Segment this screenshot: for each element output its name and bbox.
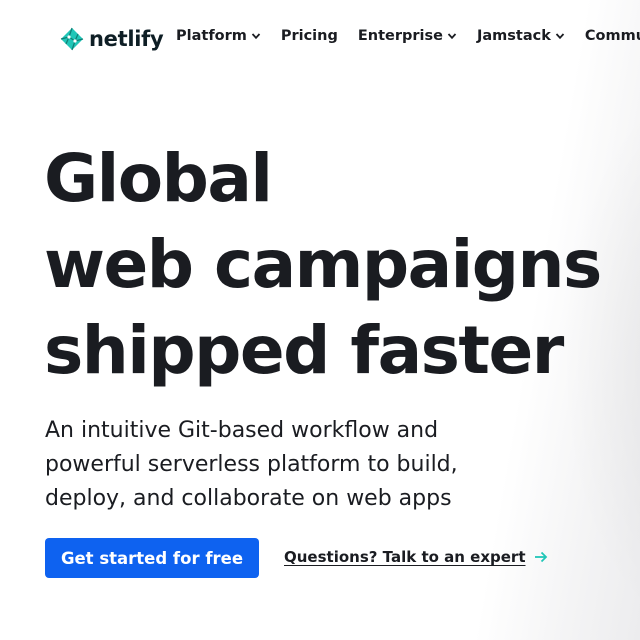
netlify-logo-icon bbox=[60, 27, 84, 51]
nav-item-pricing[interactable]: Pricing bbox=[281, 28, 338, 44]
arrow-right-icon bbox=[534, 551, 547, 563]
chevron-down-icon bbox=[447, 33, 457, 40]
brand-name: netlify bbox=[89, 27, 164, 51]
hero-title-line: shipped faster bbox=[44, 312, 564, 389]
nav-item-label: Enterprise bbox=[357, 28, 443, 44]
nav-item-label: Community bbox=[584, 28, 640, 44]
talk-to-expert-label: Questions? Talk to an expert bbox=[284, 548, 526, 566]
nav-item-label: Jamstack bbox=[477, 28, 551, 44]
talk-to-expert-link[interactable]: Questions? Talk to an expert bbox=[284, 548, 548, 566]
hero-subtitle: An intuitive Git-based workflow and powe… bbox=[45, 414, 515, 516]
get-started-button[interactable]: Get started for free bbox=[45, 538, 259, 578]
nav-item-label: Platform bbox=[176, 28, 247, 44]
hero-title: Global web campaigns shipped faster bbox=[44, 136, 640, 394]
chevron-down-icon bbox=[555, 33, 565, 40]
hero-subtitle-line: An intuitive Git-based workflow and bbox=[45, 418, 439, 443]
hero-title-line: web campaigns bbox=[44, 226, 602, 303]
chevron-down-icon bbox=[251, 33, 261, 40]
nav-item-enterprise[interactable]: Enterprise bbox=[358, 28, 457, 44]
nav-menu: Platform Pricing Enterprise Jamstack Com… bbox=[176, 28, 640, 44]
nav-item-platform[interactable]: Platform bbox=[176, 28, 261, 44]
brand-logo[interactable]: netlify bbox=[60, 24, 164, 54]
nav-item-jamstack[interactable]: Jamstack bbox=[477, 28, 565, 44]
landing-page: netlify Platform Pricing Enterprise Jams… bbox=[0, 0, 640, 640]
hero-subtitle-line: powerful serverless platform to build, bbox=[45, 452, 458, 477]
hero-subtitle-line: deploy, and collaborate on web apps bbox=[45, 486, 452, 511]
nav-item-community[interactable]: Community bbox=[585, 28, 640, 44]
top-navigation: netlify Platform Pricing Enterprise Jams… bbox=[0, 0, 640, 78]
nav-item-label: Pricing bbox=[280, 28, 338, 44]
hero-title-line: Global bbox=[44, 140, 273, 217]
